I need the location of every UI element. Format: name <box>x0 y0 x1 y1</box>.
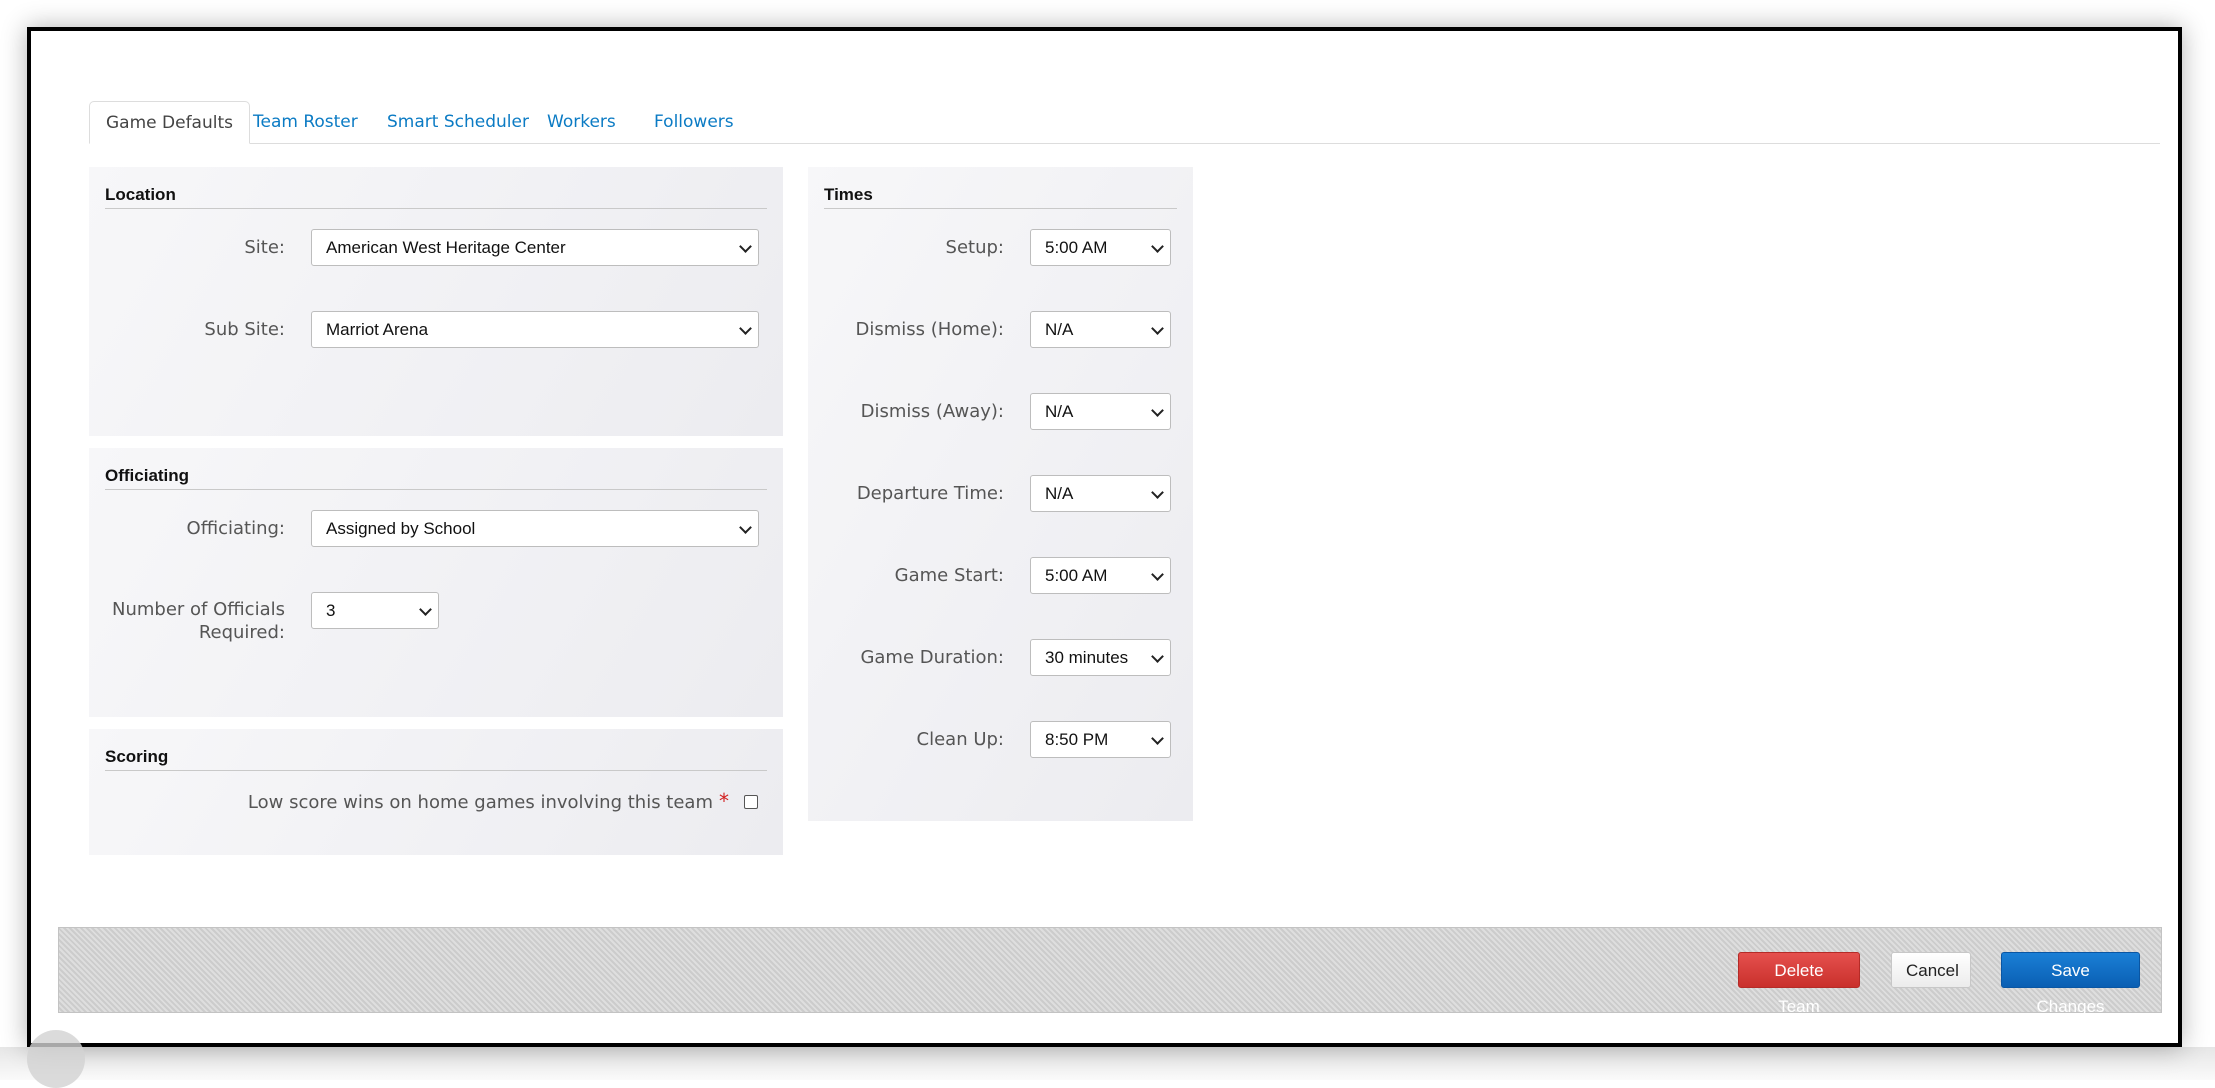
location-title: Location <box>105 185 767 209</box>
chevron-down-icon <box>1151 486 1164 499</box>
tab-game-defaults[interactable]: Game Defaults <box>89 101 250 144</box>
game-start-label: Game Start: <box>894 565 1004 586</box>
dismiss-home-label: Dismiss (Home): <box>855 319 1004 340</box>
site-select[interactable]: American West Heritage Center <box>311 229 759 266</box>
dismiss-away-select[interactable]: N/A <box>1030 393 1171 430</box>
tab-team-roster[interactable]: Team Roster <box>237 101 374 143</box>
tab-bar: Game Defaults Team Roster Smart Schedule… <box>89 101 2160 144</box>
chevron-down-icon <box>1151 322 1164 335</box>
tab-workers[interactable]: Workers <box>531 101 632 143</box>
game-start-select[interactable]: 5:00 AM <box>1030 557 1171 594</box>
game-duration-label: Game Duration: <box>860 647 1004 668</box>
chevron-down-icon <box>1151 240 1164 253</box>
times-title: Times <box>824 185 1177 209</box>
action-bar: Delete Team Cancel Save Changes <box>58 927 2162 1016</box>
officiating-value: Assigned by School <box>326 519 476 538</box>
subsite-select[interactable]: Marriot Arena <box>311 311 759 348</box>
low-score-label: Low score wins on home games involving t… <box>247 789 729 814</box>
required-marker: * <box>719 789 729 813</box>
scoring-title: Scoring <box>105 747 767 771</box>
delete-team-button[interactable]: Delete Team <box>1738 952 1860 1016</box>
chevron-down-icon <box>419 603 432 616</box>
chevron-down-icon <box>1151 404 1164 417</box>
setup-label: Setup: <box>945 237 1004 258</box>
location-panel: Location Site: American West Heritage Ce… <box>89 167 783 436</box>
dismiss-home-select[interactable]: N/A <box>1030 311 1171 348</box>
officiating-label: Officiating: <box>186 518 285 539</box>
chevron-down-icon <box>739 322 752 335</box>
chevron-down-icon <box>1151 568 1164 581</box>
site-value: American West Heritage Center <box>326 238 566 257</box>
game-duration-select[interactable]: 30 minutes <box>1030 639 1171 676</box>
times-panel: Times Setup: 5:00 AM Dismiss (Home): N/A… <box>808 167 1193 821</box>
cleanup-select[interactable]: 8:50 PM <box>1030 721 1171 758</box>
setup-select[interactable]: 5:00 AM <box>1030 229 1171 266</box>
num-officials-select[interactable]: 3 <box>311 592 439 629</box>
num-officials-value: 3 <box>326 601 336 620</box>
departure-time-select[interactable]: N/A <box>1030 475 1171 512</box>
cancel-button[interactable]: Cancel <box>1891 952 1971 988</box>
num-officials-label: Number of Officials Required: <box>112 599 285 643</box>
window-shadow <box>0 1047 2215 1080</box>
dismiss-away-label: Dismiss (Away): <box>860 401 1004 422</box>
officiating-select[interactable]: Assigned by School <box>311 510 759 547</box>
officiating-panel: Officiating Officiating: Assigned by Sch… <box>89 448 783 717</box>
team-editor-window: Game Defaults Team Roster Smart Schedule… <box>27 27 2182 1047</box>
chevron-down-icon <box>1151 650 1164 663</box>
cleanup-label: Clean Up: <box>916 729 1004 750</box>
low-score-checkbox[interactable] <box>744 795 758 809</box>
chevron-down-icon <box>739 521 752 534</box>
officiating-title: Officiating <box>105 466 767 490</box>
chevron-down-icon <box>739 240 752 253</box>
chevron-down-icon <box>1151 732 1164 745</box>
floating-circle <box>27 1030 85 1088</box>
scoring-panel: Scoring Low score wins on home games inv… <box>89 729 783 855</box>
site-label: Site: <box>244 237 285 258</box>
subsite-value: Marriot Arena <box>326 320 429 339</box>
tab-smart-scheduler[interactable]: Smart Scheduler <box>371 101 545 143</box>
tab-followers[interactable]: Followers <box>638 101 750 143</box>
departure-time-label: Departure Time: <box>856 483 1004 504</box>
save-changes-button[interactable]: Save Changes <box>2001 952 2140 1016</box>
subsite-label: Sub Site: <box>204 319 285 340</box>
